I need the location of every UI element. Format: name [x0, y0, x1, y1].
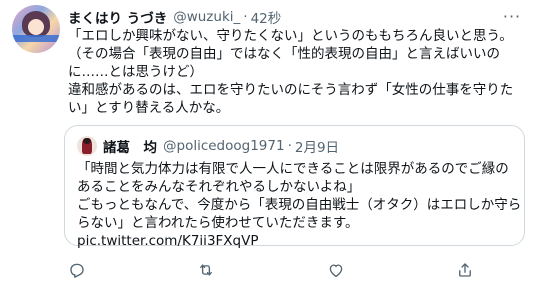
tweet-text: 「エロしか興味がない、守りたくない」というのももちろん良いと思う。 （その場合「…	[68, 27, 524, 117]
more-icon: ···	[502, 6, 522, 26]
retweet-button[interactable]	[195, 259, 217, 281]
quoted-avatar	[77, 136, 97, 156]
display-name[interactable]: まくはり うづき	[68, 7, 167, 27]
quoted-text-line: 「時間と気力体力は有限で人一人にできることは限界があるのでご縁の	[77, 161, 509, 177]
tweet-text-line: （その場合「表現の自由」ではなく「性的表現の自由」と言えばいいの	[68, 46, 500, 62]
avatar-face	[28, 19, 44, 35]
quoted-text-line: ごもっともなんで、今度から「表現の自由戦士（オタク）はエロしか守ら	[77, 197, 522, 213]
share-icon	[459, 263, 471, 277]
like-button[interactable]	[325, 259, 347, 281]
tweet-text-line: 「エロしか興味がない、守りたくない」というのももちろん良いと思う。	[68, 28, 513, 44]
tweet-header: まくはり うづき @wuzuki_ · 42秒	[68, 7, 281, 27]
reply-icon	[70, 263, 84, 278]
share-button[interactable]	[454, 259, 476, 281]
more-button[interactable]: ···	[502, 6, 522, 26]
avatar[interactable]	[12, 5, 60, 53]
tweet-text-line: に……とは思うけど）	[68, 64, 203, 80]
quoted-tweet-header: 諸葛 均 @policedoog1971 · 2月9日	[103, 136, 339, 156]
quoted-text-line: らない」と言われたら使わせていただきます。	[77, 215, 359, 231]
quoted-tweet[interactable]: 諸葛 均 @policedoog1971 · 2月9日 「時間と気力体力は有限で…	[64, 125, 525, 249]
quoted-date: 2月9日	[294, 140, 340, 156]
separator-dot: ·	[287, 138, 292, 154]
reply-button[interactable]	[66, 259, 88, 281]
retweet-icon	[200, 264, 213, 276]
tweet-text-line: 違和感があるのは、エロを守りたいのにそう言わず「女性の仕事を守りた	[68, 82, 514, 98]
like-icon	[329, 264, 342, 278]
separator-dot: ·	[243, 9, 248, 25]
quoted-text-line: あることをみんなそれぞれやるしかないよね」	[77, 179, 361, 195]
quoted-avatar-head	[83, 138, 91, 144]
tweet-text-line: い」とすり替える人かな。	[68, 100, 230, 116]
action-bar	[66, 258, 486, 282]
quoted-user-handle: @policedoog1971	[163, 138, 285, 154]
tweet[interactable]: まくはり うづき @wuzuki_ · 42秒 ··· 「エロしか興味がない、守…	[0, 0, 534, 288]
quoted-link: pic.twitter.com/K7ii3FXqVP	[77, 233, 259, 249]
quoted-tweet-text: 「時間と気力体力は有限で人一人にできることは限界があるのでご縁の あることをみん…	[77, 160, 522, 250]
user-handle[interactable]: @wuzuki_	[173, 9, 240, 25]
timestamp[interactable]: 42秒	[251, 7, 282, 27]
avatar-banner	[12, 35, 60, 42]
quoted-display-name: 諸葛 均	[103, 140, 157, 156]
